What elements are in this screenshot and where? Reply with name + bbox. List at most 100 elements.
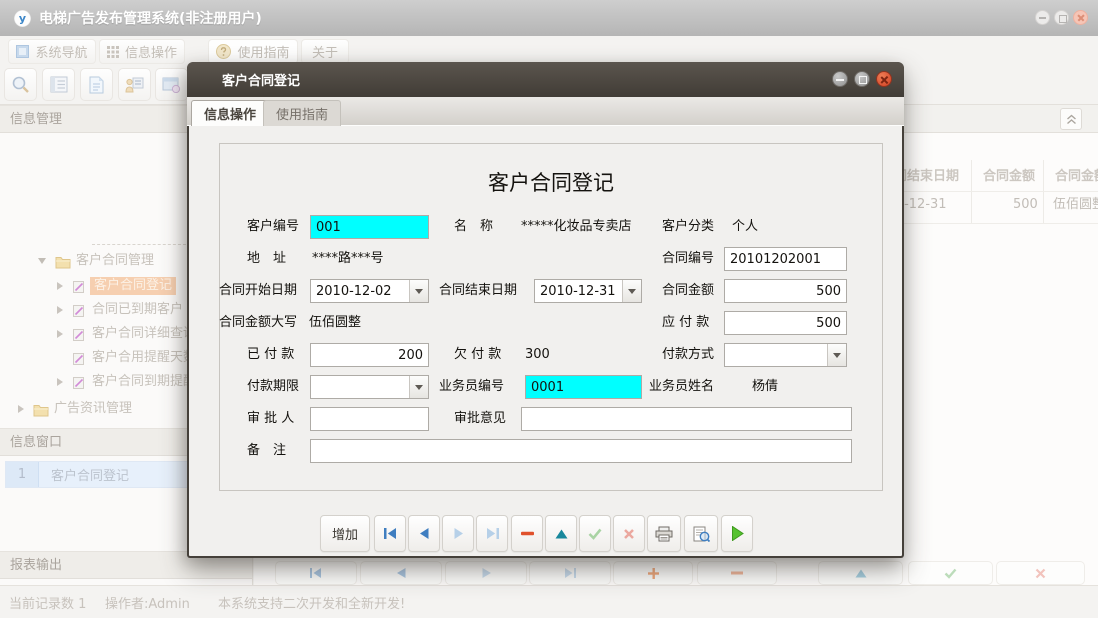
- dropdown-button[interactable]: [409, 280, 428, 302]
- tree-node-label[interactable]: 广告资讯管理: [54, 400, 132, 418]
- app-root: y 电梯广告发布管理系统(非注册用户) 系统导航 信息操作 使用指南 关于: [0, 0, 1098, 618]
- grid-icon: [107, 46, 119, 58]
- check-icon: [588, 528, 602, 540]
- bg-nav-add-button[interactable]: [613, 561, 693, 585]
- menu-item-about[interactable]: 关于: [301, 39, 349, 64]
- cancel-button[interactable]: [613, 515, 645, 552]
- last-record-button[interactable]: [476, 515, 508, 552]
- chevron-right-icon[interactable]: [57, 378, 63, 386]
- salesman-no-input[interactable]: [525, 375, 642, 399]
- window-minimize-button[interactable]: [1035, 10, 1050, 25]
- folder-icon: [33, 402, 49, 421]
- paid-input[interactable]: [310, 343, 429, 367]
- dialog-title: 客户合同登记: [222, 70, 300, 89]
- menu-item-label: 使用指南: [237, 42, 289, 61]
- print-button[interactable]: [647, 515, 681, 552]
- label-salesman-name: 业务员姓名: [649, 375, 714, 399]
- tree-item-label[interactable]: 客户合用提醒天数: [92, 349, 196, 367]
- dialog-maximize-button[interactable]: [854, 71, 870, 87]
- menu-item-label: 关于: [312, 42, 338, 61]
- label-category: 客户分类: [662, 215, 714, 239]
- contract-no-input[interactable]: [724, 247, 847, 271]
- pay-method-combobox[interactable]: [724, 343, 847, 367]
- bg-nav-edit-button[interactable]: [818, 561, 903, 585]
- dialog-minimize-button[interactable]: [832, 71, 848, 87]
- tree-item-label[interactable]: 客户合同详细查询: [92, 325, 196, 343]
- menu-item-info-operation[interactable]: 信息操作: [99, 39, 185, 64]
- quick-document-button[interactable]: [80, 68, 113, 101]
- chevron-right-icon[interactable]: [57, 330, 63, 338]
- remark-input[interactable]: [310, 439, 852, 463]
- window-maximize-button[interactable]: [1054, 10, 1069, 25]
- bg-nav-prev-button[interactable]: [360, 561, 442, 585]
- quick-user-report-button[interactable]: [118, 68, 151, 101]
- end-date-combobox[interactable]: [534, 279, 642, 303]
- grid-column-amount-cn[interactable]: 合同金额大写: [1055, 163, 1098, 191]
- bg-nav-remove-button[interactable]: [697, 561, 777, 585]
- bg-nav-next-button[interactable]: [445, 561, 527, 585]
- window-close-button[interactable]: [1073, 10, 1088, 25]
- menu-item-user-guide[interactable]: 使用指南: [208, 39, 298, 64]
- chevron-right-icon[interactable]: [18, 405, 24, 413]
- tree-item-label[interactable]: 客户合同到期提醒: [92, 373, 196, 391]
- menu-item-system-nav[interactable]: 系统导航: [8, 39, 96, 64]
- chevron-down-icon: [628, 289, 636, 294]
- dialog-close-button[interactable]: [876, 71, 892, 87]
- remove-record-button[interactable]: [511, 515, 543, 552]
- pay-term-combobox[interactable]: [310, 375, 429, 399]
- end-date-input[interactable]: [535, 280, 622, 302]
- label-remark: 备 注: [247, 439, 286, 463]
- customer-no-input[interactable]: [310, 215, 429, 239]
- tree-item-label[interactable]: 客户合同登记: [90, 277, 176, 295]
- chevron-down-icon[interactable]: [38, 258, 46, 264]
- print-preview-button[interactable]: [684, 515, 718, 552]
- grid-cell-amount[interactable]: 500: [1013, 191, 1037, 219]
- dialog-tab-user-guide[interactable]: 使用指南: [263, 100, 341, 126]
- opinion-input[interactable]: [521, 407, 852, 431]
- triangle-up-icon: [855, 569, 867, 578]
- notebook-icon: [50, 76, 68, 93]
- chevron-right-icon[interactable]: [57, 306, 63, 314]
- quick-search-button[interactable]: [4, 68, 37, 101]
- bg-nav-last-button[interactable]: [529, 561, 611, 585]
- tree-node-label[interactable]: 客户合同管理: [76, 252, 154, 270]
- quick-window-preview-button[interactable]: [155, 68, 188, 101]
- page-tool-icon: [72, 303, 86, 322]
- bg-nav-first-button[interactable]: [275, 561, 357, 585]
- dialog-tab-info-operation[interactable]: 信息操作: [191, 100, 269, 126]
- start-date-input[interactable]: [311, 280, 409, 302]
- edit-record-button[interactable]: [545, 515, 577, 552]
- chevron-right-icon[interactable]: [57, 282, 63, 290]
- user-report-icon: [125, 76, 144, 93]
- triangle-up-icon: [555, 529, 568, 539]
- label-pay-method: 付款方式: [662, 343, 714, 367]
- pay-method-input[interactable]: [725, 344, 827, 366]
- grid-cell-amount-cn[interactable]: 伍佰圆整: [1053, 191, 1098, 219]
- confirm-button[interactable]: [579, 515, 611, 552]
- label-contract-no: 合同编号: [662, 247, 714, 271]
- tree-item-label[interactable]: 合同已到期客户: [92, 301, 183, 319]
- prev-record-button[interactable]: [408, 515, 440, 552]
- bg-nav-ok-button[interactable]: [908, 561, 993, 585]
- dialog-titlebar[interactable]: 客户合同登记: [187, 62, 904, 97]
- run-icon: [731, 526, 744, 541]
- first-record-button[interactable]: [374, 515, 406, 552]
- next-record-button[interactable]: [442, 515, 474, 552]
- collapse-panel-button[interactable]: [1060, 108, 1082, 130]
- grid-column-amount[interactable]: 合同金额: [983, 163, 1035, 191]
- dropdown-button[interactable]: [409, 376, 428, 398]
- dropdown-button[interactable]: [622, 280, 641, 302]
- search-icon: [11, 75, 30, 94]
- bg-nav-cancel-button[interactable]: [996, 561, 1085, 585]
- run-button[interactable]: [721, 515, 753, 552]
- dropdown-button[interactable]: [827, 344, 846, 366]
- chevron-down-icon: [833, 353, 841, 358]
- pay-term-input[interactable]: [311, 376, 409, 398]
- add-button[interactable]: 增加: [320, 515, 370, 552]
- payable-input[interactable]: [724, 311, 847, 335]
- chevrons-up-icon: [1066, 114, 1077, 125]
- approver-input[interactable]: [310, 407, 429, 431]
- quick-notebook-button[interactable]: [42, 68, 75, 101]
- start-date-combobox[interactable]: [310, 279, 429, 303]
- amount-input[interactable]: [724, 279, 847, 303]
